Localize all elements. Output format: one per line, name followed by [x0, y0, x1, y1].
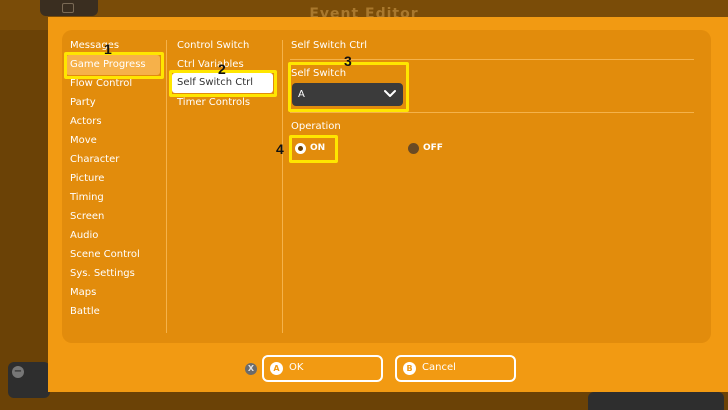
annotation-number-2: 2 [218, 61, 226, 77]
cancel-button[interactable]: B Cancel [395, 355, 516, 382]
category-item-party[interactable]: Party [70, 97, 96, 108]
category-item-scene-control[interactable]: Scene Control [70, 249, 140, 260]
category-item-character[interactable]: Character [70, 154, 119, 165]
category-item-sys-settings[interactable]: Sys. Settings [70, 268, 135, 279]
a-button-icon: A [270, 362, 283, 375]
detail-heading: Self Switch Ctrl [291, 40, 368, 51]
annotation-box-1 [64, 52, 164, 79]
annotation-box-3 [288, 62, 409, 112]
category-item-flow-control[interactable]: Flow Control [70, 78, 132, 89]
subcommand-item-ctrl-variables[interactable]: Ctrl Variables [177, 59, 244, 70]
category-item-screen[interactable]: Screen [70, 211, 104, 222]
annotation-number-4: 4 [276, 141, 284, 157]
ok-button[interactable]: A OK [262, 355, 383, 382]
category-item-battle[interactable]: Battle [70, 306, 100, 317]
radio-off-label: OFF [423, 143, 443, 153]
detail-section-divider [290, 112, 694, 113]
category-item-audio[interactable]: Audio [70, 230, 98, 241]
close-key-icon[interactable]: X [245, 363, 257, 375]
minus-icon: − [12, 366, 24, 378]
annotation-number-3: 3 [344, 53, 352, 69]
subcommand-divider [282, 40, 283, 333]
category-item-picture[interactable]: Picture [70, 173, 104, 184]
annotation-box-4 [289, 135, 338, 163]
radio-off[interactable] [408, 143, 419, 154]
category-item-maps[interactable]: Maps [70, 287, 96, 298]
subcommand-item-timer-controls[interactable]: Timer Controls [177, 97, 250, 108]
ok-button-label: OK [289, 362, 304, 373]
b-button-icon: B [403, 362, 416, 375]
category-item-actors[interactable]: Actors [70, 116, 102, 127]
category-item-move[interactable]: Move [70, 135, 97, 146]
annotation-number-1: 1 [104, 41, 112, 57]
subcommand-item-control-switch[interactable]: Control Switch [177, 40, 249, 51]
cancel-button-label: Cancel [422, 362, 456, 373]
category-item-timing[interactable]: Timing [70, 192, 104, 203]
category-divider [166, 40, 167, 333]
operation-label: Operation [291, 121, 341, 132]
background-bottom-right-panel [588, 392, 724, 410]
